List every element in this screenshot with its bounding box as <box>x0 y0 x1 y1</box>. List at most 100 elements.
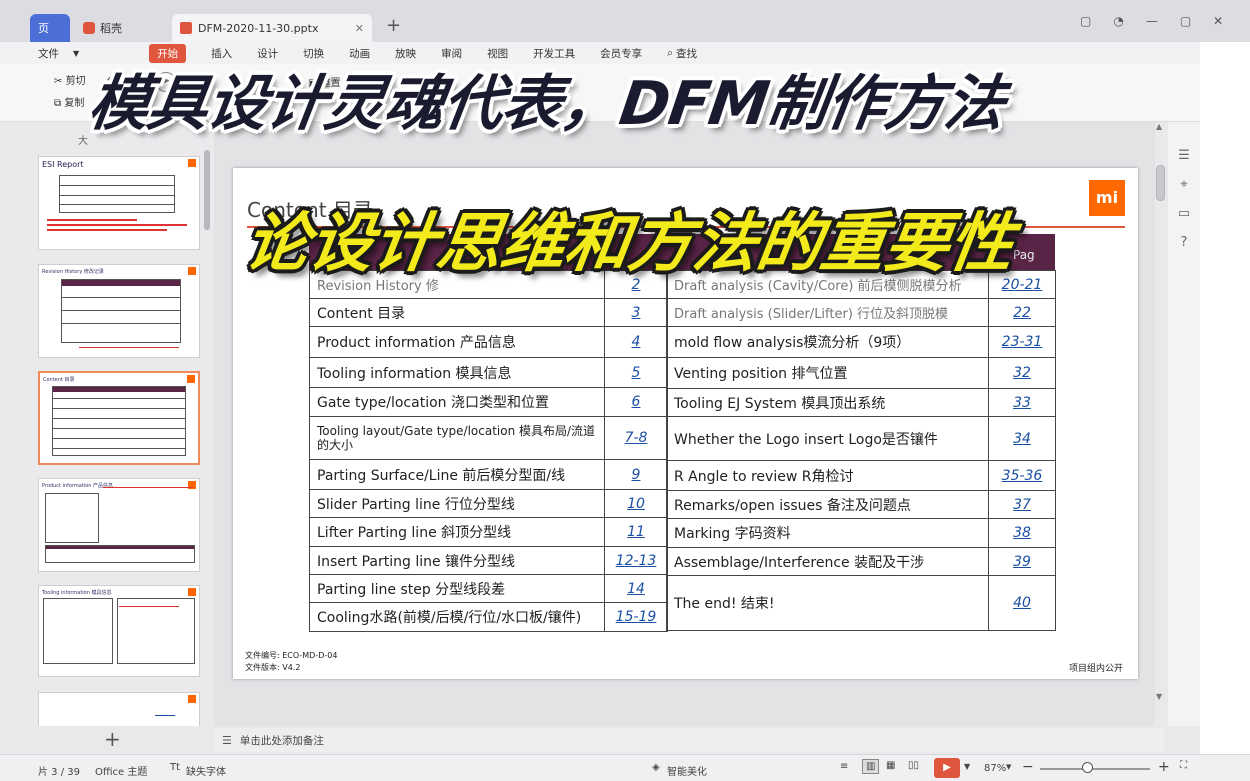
thumb-2-rule <box>61 297 181 298</box>
help-icon[interactable]: ? <box>1176 235 1192 251</box>
toc-left-page-link[interactable]: 3 <box>604 298 668 327</box>
toc-right-label: Remarks/open issues 备注及问题点 <box>666 490 989 519</box>
toc-left-page-link[interactable]: 5 <box>604 357 668 388</box>
status-theme[interactable]: Office 主题 <box>95 763 147 778</box>
zoom-in-icon[interactable]: + <box>1158 759 1170 775</box>
tab-home[interactable]: 页 <box>30 14 70 42</box>
toc-right-page-link[interactable]: 22 <box>988 298 1056 327</box>
toc-left-page-link[interactable]: 14 <box>604 574 668 603</box>
mi-logo: mi <box>1089 180 1125 216</box>
toc-right-page-link[interactable]: 23-31 <box>988 326 1056 358</box>
reading-view-icon[interactable]: ▯▯ <box>908 760 919 771</box>
copy-label: 复制 <box>64 98 85 109</box>
copy-button[interactable]: ⧉ 复制 <box>54 94 84 109</box>
toc-right-page-link[interactable]: 35-36 <box>988 460 1056 491</box>
thumb-3-logo-icon <box>187 375 195 383</box>
scroll-up-icon[interactable]: ▲ <box>1156 122 1162 131</box>
notes-bar[interactable]: ☰ 单击此处添加备注 <box>214 728 1164 752</box>
toc-left-page-link[interactable]: 9 <box>604 459 668 490</box>
normal-view-icon[interactable]: ▥ <box>862 759 880 774</box>
thumb-1-note <box>47 219 137 221</box>
font-missing-icon: Tt <box>170 762 181 773</box>
status-bar: 片 3 / 39 Office 主题 Tt 缺失字体 ◈ 智能美化 ≡ ▥ ▦ … <box>0 754 1250 781</box>
toc-left-row: Parting line step 分型线段差 14 <box>309 574 668 603</box>
tab-document-label: DFM-2020-11-30.pptx <box>198 21 319 35</box>
thumb-3-rule <box>52 418 186 419</box>
pin-icon[interactable]: ⌖ <box>1176 177 1192 193</box>
footer-classification: 项目组内公开 <box>1069 664 1124 674</box>
comment-icon[interactable]: ▭ <box>1176 206 1192 222</box>
toc-left-row: Slider Parting line 行位分型线 10 <box>309 489 668 518</box>
add-slide-icon[interactable]: + <box>104 727 121 751</box>
close-window-icon[interactable]: ✕ <box>1213 14 1223 28</box>
status-beautify[interactable]: 智能美化 <box>667 763 707 778</box>
thumb-2-title: Revision History 修改记录 <box>42 269 104 275</box>
thumbnail-slide-2[interactable]: Revision History 修改记录 <box>38 264 200 358</box>
tab-count-icon[interactable]: ▢ <box>1080 14 1091 28</box>
thumbnail-slide-6[interactable] <box>38 692 200 726</box>
toc-left-label: Insert Parting line 镶件分型线 <box>309 546 605 575</box>
toc-right-page-link[interactable]: 33 <box>988 388 1056 417</box>
scroll-down-icon[interactable]: ▼ <box>1156 692 1162 701</box>
thumbnail-slide-5[interactable]: Tooling information 模具信息 <box>38 585 200 677</box>
toc-right-page-link[interactable]: 37 <box>988 490 1056 519</box>
tab-document[interactable]: DFM-2020-11-30.pptx ✕ <box>172 14 372 42</box>
toc-left-row: Content 目录 3 <box>309 298 668 327</box>
overlay-title-line-1: 模具设计灵魂代表，DFM制作方法 <box>84 69 1009 139</box>
toc-right-page-link[interactable]: 34 <box>988 416 1056 461</box>
zoom-dropdown-icon[interactable]: ▼ <box>1006 763 1011 771</box>
avatar[interactable]: ◔ <box>1113 14 1123 28</box>
menu-file[interactable]: 文件 <box>38 46 59 61</box>
play-slideshow-button[interactable]: ▶ <box>934 758 960 778</box>
settings-sliders-icon[interactable]: ☰ <box>1176 148 1192 164</box>
toc-right-page-link[interactable]: 38 <box>988 518 1056 548</box>
thumb-5-table <box>43 598 113 664</box>
toc-left-row: Lifter Parting line 斜顶分型线 11 <box>309 517 668 547</box>
notes-icon: ☰ <box>222 733 232 747</box>
zoom-out-icon[interactable]: − <box>1022 759 1034 775</box>
tab-wps[interactable]: 稻壳 <box>75 14 170 42</box>
new-tab-icon[interactable]: + <box>386 15 401 36</box>
toc-right-label: Whether the Logo insert Logo是否镶件 <box>666 416 989 461</box>
close-tab-icon[interactable]: ✕ <box>355 22 364 35</box>
toc-left-table: Revision History 修 2 Content 目录 3 Product in… <box>309 270 668 632</box>
menu-file-arrow-icon[interactable]: ▼ <box>73 49 79 58</box>
toc-right-page-link[interactable]: 32 <box>988 357 1056 389</box>
zoom-slider-handle[interactable] <box>1082 762 1093 773</box>
toc-left-page-link[interactable]: 6 <box>604 387 668 417</box>
fit-window-icon[interactable]: ⛶ <box>1180 760 1187 771</box>
toc-left-page-link[interactable]: 15-19 <box>604 602 668 632</box>
toc-right-label: Assemblage/Interference 装配及干涉 <box>666 547 989 576</box>
thumbnail-scrollbar[interactable] <box>204 150 210 230</box>
toc-right-label: R Angle to review R角检讨 <box>666 460 989 491</box>
zoom-slider-track[interactable] <box>1040 768 1150 770</box>
toc-left-page-link[interactable]: 10 <box>604 489 668 518</box>
toc-right-row: Whether the Logo insert Logo是否镶件 34 <box>666 416 1056 461</box>
toc-right-row: The end! 结束! 40 <box>666 575 1056 631</box>
maximize-icon[interactable]: ▢ <box>1180 14 1191 28</box>
status-missing-font[interactable]: 缺失字体 <box>186 763 226 778</box>
thumbnail-slide-1[interactable]: ESI Report <box>38 156 200 250</box>
toc-left-page-link[interactable]: 11 <box>604 517 668 547</box>
toc-left-row: Tooling information 模具信息 5 <box>309 357 668 388</box>
grid-view-icon[interactable]: ▦ <box>886 760 895 771</box>
status-zoom[interactable]: 87% <box>984 763 1006 774</box>
minimize-icon[interactable]: — <box>1146 14 1158 28</box>
slideshow-dropdown-icon[interactable]: ▼ <box>964 762 970 771</box>
cut-button[interactable]: ✂ 剪切 <box>54 72 86 87</box>
thumbnail-slide-3-selected[interactable]: Content 目录 <box>38 371 200 465</box>
toc-left-page-link[interactable]: 4 <box>604 326 668 358</box>
thumb-1-rule <box>59 195 175 196</box>
thumbnail-slide-4[interactable]: Product information 产品信息 <box>38 478 200 572</box>
toc-right-page-link[interactable]: 40 <box>988 575 1056 631</box>
notes-toggle-icon[interactable]: ≡ <box>840 761 848 772</box>
canvas-scrollbar[interactable] <box>1156 165 1165 201</box>
toc-left-page-link[interactable]: 12-13 <box>604 546 668 575</box>
toc-left-label: Product information 产品信息 <box>309 326 605 358</box>
toc-right-label: Draft analysis (Slider/Lifter) 行位及斜顶脱模 <box>666 298 989 327</box>
toc-right-row: R Angle to review R角检讨 35-36 <box>666 460 1056 491</box>
footer-doc-version: 文件版本: V4.2 <box>245 663 301 672</box>
toc-left-page-link[interactable]: 7-8 <box>604 416 668 460</box>
toc-right-page-link[interactable]: 39 <box>988 547 1056 576</box>
thumb-3-rule <box>52 408 186 409</box>
